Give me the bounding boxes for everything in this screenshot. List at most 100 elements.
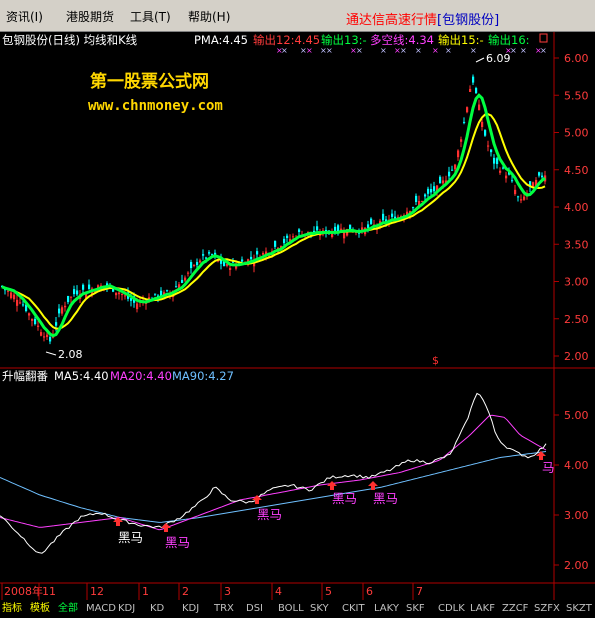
tab-全部[interactable]: 全部 (58, 601, 78, 614)
candle-body (196, 262, 199, 266)
candle-body (370, 218, 373, 224)
signal-6: 马 (536, 451, 555, 475)
candle-body (202, 254, 205, 256)
chart-area[interactable]: 包钢股份(日线) 均线和K线 PMA:4.45 输出12:4.45 输出13:-… (0, 32, 595, 614)
indicator-tabs[interactable]: 指标 模板 全部 MACD KDJ KD KDJ TRX DSI BOLL SKY CKIT LAKY S… (2, 601, 593, 614)
menu-hk-futures[interactable]: 港股期货 (66, 8, 114, 25)
stock-title: [包钢股份] (437, 13, 500, 28)
menu-bar: 资讯(I) 港股期货 工具(T) 帮助(H) 通达信高速行情[包钢股份] (0, 0, 595, 32)
candle-body (283, 238, 286, 244)
y-tick-label: 4.00 (564, 459, 589, 472)
candle-body (286, 235, 289, 239)
candle-body (199, 260, 202, 263)
candle-body (115, 292, 118, 296)
menu-info[interactable]: 资讯(I) (6, 8, 43, 25)
candle-body (337, 225, 340, 232)
candle-body (19, 302, 22, 304)
candle-body (22, 304, 25, 306)
signal-5: 黑马 (368, 481, 398, 506)
candle-body (442, 180, 445, 184)
candle-body (382, 213, 385, 221)
y-tick-label: 2.00 (564, 350, 589, 363)
candle-body (292, 236, 295, 238)
candle-body (136, 303, 139, 310)
tab-laky[interactable]: LAKY (374, 603, 400, 614)
tab-kdj[interactable]: KDJ (118, 603, 135, 614)
time-label: 2008年 (4, 584, 43, 598)
high-label: 6.09 (486, 52, 511, 65)
menu-tools[interactable]: 工具(T) (130, 8, 171, 25)
signal-label: 马 (542, 460, 555, 475)
main-panel-title: 包钢股份(日线) 均线和K线 (2, 33, 138, 47)
candle-body (490, 149, 493, 153)
candle-body (166, 290, 169, 292)
candle-body (481, 121, 484, 127)
signal-mark: × (540, 46, 547, 55)
candle-body (496, 158, 499, 165)
candle-body (88, 284, 91, 289)
tab-kd[interactable]: KD (150, 603, 165, 614)
tab-zzcf[interactable]: ZZCF (502, 603, 529, 614)
tab-szfx[interactable]: SZFX (534, 603, 560, 614)
time-axis: 2008年 11 12 1 2 3 4 5 6 7 (1, 583, 423, 600)
time-label: 12 (90, 585, 104, 598)
candle-body (454, 164, 457, 170)
tab-skzt[interactable]: SKZT (566, 603, 593, 614)
candle-body (34, 318, 37, 325)
candle-body (487, 145, 490, 147)
candle-body (430, 189, 433, 193)
app-title: 通达信高速行情 (346, 13, 438, 28)
candle-body (118, 292, 121, 295)
tab-skf[interactable]: SKF (406, 603, 425, 614)
signal-4: 黑马 (327, 481, 357, 506)
tab-指标[interactable]: 指标 (2, 601, 22, 614)
tab-dsi[interactable]: DSI (246, 603, 263, 614)
candle-body (475, 88, 478, 94)
candle-body (241, 259, 244, 262)
candle-body (184, 277, 187, 281)
candle-body (520, 199, 523, 201)
candle-body (187, 272, 190, 274)
candle-body (367, 224, 370, 228)
stock-chart[interactable]: 包钢股份(日线) 均线和K线 PMA:4.45 输出12:4.45 输出13:-… (0, 32, 595, 614)
candle-body (46, 334, 49, 338)
signal-label: 黑马 (118, 530, 143, 545)
tab-ckit[interactable]: CKIT (342, 603, 365, 614)
candle-body (28, 313, 31, 316)
tab-kdj[interactable]: KDJ (182, 603, 199, 614)
tab-lakf[interactable]: LAKF (470, 603, 495, 614)
signal-mark: × (415, 46, 422, 55)
candle-body (514, 189, 517, 195)
candle-body (457, 150, 460, 158)
candle-body (262, 252, 265, 255)
candle-body (472, 76, 475, 83)
candle-body (10, 292, 13, 299)
tab-trx[interactable]: TRX (213, 603, 234, 614)
candle-body (541, 175, 544, 178)
tab-模板[interactable]: 模板 (30, 601, 50, 614)
candle-body (193, 264, 196, 266)
candle-body (412, 207, 415, 209)
candle-body (7, 290, 10, 292)
tab-macd[interactable]: MACD (86, 603, 116, 614)
sub-panel-title: 升幅翻番 (2, 369, 48, 383)
signal-mark: × (432, 46, 439, 55)
candle-body (511, 180, 514, 182)
candle-body (523, 196, 526, 200)
candle-body (124, 295, 127, 297)
watermark-site-name: 第一股票公式网 (90, 71, 209, 92)
candle-body (505, 175, 508, 179)
candle-body (478, 104, 481, 111)
signal-mark: × (520, 46, 527, 55)
tab-sky[interactable]: SKY (310, 603, 330, 614)
ma-green-line (1, 93, 546, 338)
legend-box-icon (539, 33, 548, 43)
menu-help[interactable]: 帮助(H) (188, 8, 230, 25)
legend-pma: PMA:4.45 (194, 33, 248, 47)
tab-boll[interactable]: BOLL (278, 603, 304, 614)
signal-label: 黑马 (257, 507, 282, 522)
candle-body (70, 296, 73, 298)
candle-body (493, 157, 496, 164)
tab-cdlk[interactable]: CDLK (438, 603, 465, 614)
y-tick-label: 3.00 (564, 276, 589, 289)
